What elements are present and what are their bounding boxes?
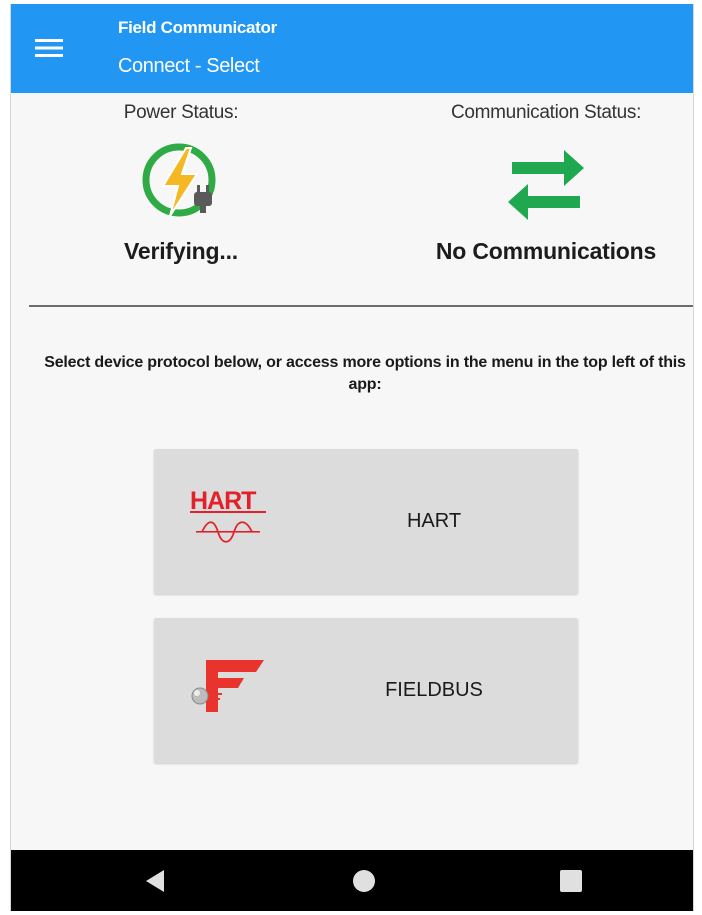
back-triangle-icon bbox=[146, 870, 164, 892]
hart-protocol-button[interactable]: HART HART bbox=[154, 449, 578, 594]
hart-logo: HART bbox=[190, 487, 266, 543]
screen-subtitle: Connect - Select bbox=[118, 55, 260, 77]
system-nav-bar bbox=[11, 850, 693, 911]
communication-status-value: No Communications bbox=[435, 238, 657, 264]
instructions-text: Select device protocol below, or access … bbox=[44, 354, 686, 393]
communication-status-label: Communication Status: bbox=[450, 102, 642, 123]
menu-button[interactable] bbox=[29, 30, 69, 66]
hart-logo-text: HART bbox=[190, 487, 256, 515]
home-circle-icon bbox=[353, 870, 375, 892]
home-button[interactable] bbox=[349, 866, 379, 896]
divider bbox=[29, 305, 693, 307]
recents-button[interactable] bbox=[556, 866, 586, 896]
app-title: Field Communicator bbox=[118, 18, 277, 37]
swap-arrows-icon bbox=[508, 150, 584, 220]
power-status-value: Verifying... bbox=[124, 238, 238, 264]
fieldbus-protocol-label: FIELDBUS bbox=[385, 679, 483, 701]
hart-protocol-label: HART bbox=[406, 510, 462, 532]
back-button[interactable] bbox=[141, 866, 171, 896]
communication-status-panel: Communication Status: No Communications bbox=[406, 102, 686, 264]
power-plug-icon bbox=[142, 143, 216, 217]
app-bar: Field Communicator Connect - Select bbox=[11, 4, 693, 93]
fieldbus-logo bbox=[191, 660, 264, 712]
hamburger-menu-icon bbox=[35, 39, 63, 57]
fieldbus-protocol-button[interactable]: FIELDBUS bbox=[154, 618, 578, 763]
recents-square-icon bbox=[560, 870, 582, 892]
power-status-panel: Power Status: Verifying... bbox=[71, 102, 291, 264]
power-status-label: Power Status: bbox=[123, 102, 239, 123]
app-screen: Field Communicator Connect - Select Powe… bbox=[10, 4, 694, 911]
